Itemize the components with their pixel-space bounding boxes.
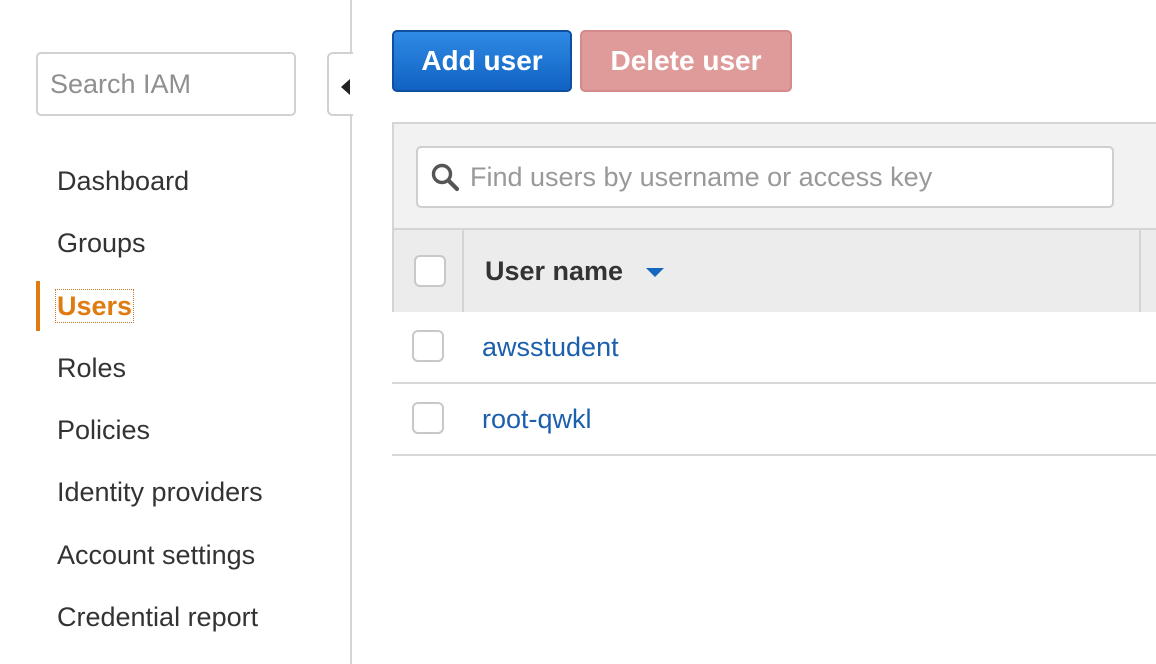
add-user-button[interactable]: Add user — [392, 30, 572, 92]
sidebar-item-users[interactable]: Users — [0, 275, 350, 337]
users-table-body: awsstudent root-qwkl — [392, 312, 1156, 456]
collapse-sidebar-button[interactable] — [327, 52, 353, 116]
sidebar-item-dashboard[interactable]: Dashboard — [0, 150, 350, 212]
user-name-link[interactable]: root-qwkl — [482, 384, 592, 454]
filter-box — [416, 146, 1114, 208]
sidebar-item-label: Account settings — [57, 539, 256, 570]
row-checkbox[interactable] — [412, 402, 444, 434]
users-table-header: User name — [392, 122, 1156, 312]
delete-user-button[interactable]: Delete user — [580, 30, 792, 92]
search-icon — [431, 163, 460, 192]
sidebar-item-policies[interactable]: Policies — [0, 399, 350, 461]
sidebar: Dashboard Groups Users Roles Policies Id… — [0, 0, 353, 664]
sort-descending-icon[interactable] — [646, 268, 664, 277]
caret-left-icon — [341, 79, 350, 95]
sidebar-item-label: Policies — [57, 415, 151, 446]
sidebar-item-identity-providers[interactable]: Identity providers — [0, 461, 350, 523]
column-divider — [1139, 230, 1141, 312]
sidebar-item-label: Credential report — [57, 602, 259, 633]
select-all-cell — [394, 230, 464, 312]
select-all-checkbox[interactable] — [414, 255, 446, 287]
sidebar-item-groups[interactable]: Groups — [0, 212, 350, 274]
sidebar-item-label: Dashboard — [57, 166, 190, 196]
sidebar-item-credential-report[interactable]: Credential report — [0, 586, 350, 648]
table-row: root-qwkl — [392, 384, 1156, 456]
table-row: awsstudent — [392, 312, 1156, 384]
sidebar-nav: Dashboard Groups Users Roles Policies Id… — [0, 150, 350, 648]
sidebar-item-label: Roles — [57, 352, 127, 383]
sidebar-item-label: Identity providers — [57, 477, 263, 508]
table-header-row: User name — [394, 228, 1156, 312]
sidebar-item-account-settings[interactable]: Account settings — [0, 524, 350, 586]
find-users-input[interactable] — [468, 156, 1098, 198]
user-name-link[interactable]: awsstudent — [482, 312, 619, 382]
column-header-user-name[interactable]: User name — [485, 230, 623, 312]
sidebar-item-roles[interactable]: Roles — [0, 337, 350, 399]
search-iam-input[interactable] — [36, 52, 296, 116]
row-checkbox[interactable] — [412, 330, 444, 362]
sidebar-item-label: Groups — [57, 228, 146, 259]
sidebar-item-label: Users — [54, 288, 135, 323]
